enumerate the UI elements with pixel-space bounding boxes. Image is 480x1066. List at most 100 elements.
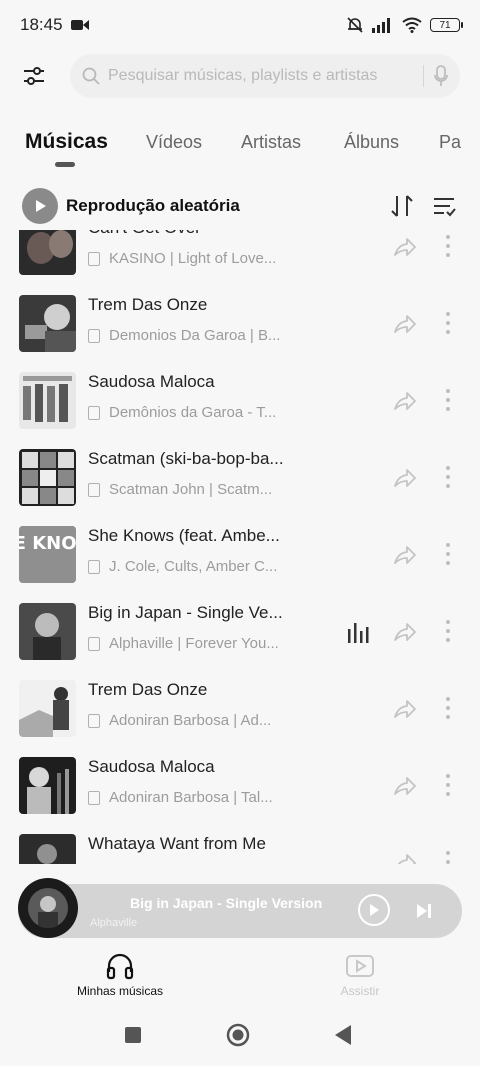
song-row[interactable]: Scatman (ski-ba-bop-ba... Scatman John |… xyxy=(0,449,480,526)
song-row[interactable]: Can't Get Over KASINO | Light of Love... xyxy=(0,230,480,295)
song-artist-album: Demônios da Garoa - T... xyxy=(109,404,277,421)
song-artist-album: J. Cole, Cults, Amber C... xyxy=(109,558,278,575)
search-divider xyxy=(423,65,424,87)
device-icon xyxy=(88,790,100,805)
album-cover xyxy=(19,295,76,352)
nav-watch-label: Assistir xyxy=(340,984,380,998)
more-options-button[interactable] xyxy=(438,463,458,491)
song-row[interactable]: Trem Das Onze Demonios Da Garoa | B... xyxy=(0,295,480,372)
album-cover: SHE KNOWS xyxy=(19,526,76,583)
album-cover xyxy=(19,230,76,275)
skip-next-icon[interactable] xyxy=(414,901,434,921)
mini-player-play-button[interactable] xyxy=(358,894,390,926)
more-options-button[interactable] xyxy=(438,617,458,645)
bell-muted-icon xyxy=(347,17,363,33)
shuffle-row: Reprodução aleatória xyxy=(0,186,480,226)
search-placeholder: Pesquisar músicas, playlists e artistas xyxy=(108,67,378,84)
song-row[interactable]: Trem Das Onze Adoniran Barbosa | Ad... xyxy=(0,680,480,757)
song-row[interactable]: SHE KNOWS She Knows (feat. Ambe... J. Co… xyxy=(0,526,480,603)
status-time: 18:45 xyxy=(20,15,63,34)
device-icon xyxy=(88,405,100,420)
album-cover xyxy=(19,757,76,814)
device-icon xyxy=(88,559,100,574)
album-cover xyxy=(19,834,76,864)
album-cover xyxy=(19,603,76,660)
search-icon xyxy=(82,67,100,85)
song-title: Saudosa Maloca xyxy=(88,757,215,776)
cover-text: SHE KNOWS xyxy=(19,533,76,554)
microphone-icon[interactable] xyxy=(434,65,448,87)
more-options-button[interactable] xyxy=(438,771,458,799)
search-input[interactable]: Pesquisar músicas, playlists e artistas xyxy=(70,54,460,98)
shuffle-play-button[interactable] xyxy=(22,188,58,224)
nav-watch[interactable]: Assistir xyxy=(300,952,420,998)
song-subtitle: Adoniran Barbosa | Tal... xyxy=(88,789,288,806)
song-row[interactable]: Big in Japan - Single Ve... Alphaville |… xyxy=(0,603,480,680)
song-row[interactable]: Whataya Want from Me xyxy=(0,834,480,864)
tab-bar: Músicas Vídeos Artistas Álbuns Pa xyxy=(0,122,480,172)
song-title: Big in Japan - Single Ve... xyxy=(88,603,283,622)
song-artist-album: Alphaville | Forever You... xyxy=(109,635,279,652)
share-icon[interactable] xyxy=(392,773,418,799)
more-options-button[interactable] xyxy=(438,386,458,414)
now-playing-cover xyxy=(28,888,68,928)
battery-icon: 71 xyxy=(430,18,463,32)
tab-albuns[interactable]: Álbuns xyxy=(344,132,399,153)
tab-videos[interactable]: Vídeos xyxy=(146,132,202,153)
home-icon[interactable] xyxy=(226,1023,250,1047)
song-subtitle: Scatman John | Scatm... xyxy=(88,481,288,498)
device-icon xyxy=(88,482,100,497)
tab-playlists[interactable]: Pa xyxy=(439,132,461,153)
share-icon[interactable] xyxy=(392,388,418,414)
song-subtitle: J. Cole, Cults, Amber C... xyxy=(88,558,288,575)
device-icon xyxy=(88,328,100,343)
signal-icon xyxy=(372,18,390,33)
device-icon xyxy=(88,713,100,728)
more-options-button[interactable] xyxy=(438,540,458,568)
album-cover xyxy=(19,680,76,737)
share-icon[interactable] xyxy=(392,850,418,864)
share-icon[interactable] xyxy=(392,234,418,260)
sort-button[interactable] xyxy=(388,192,416,220)
device-icon xyxy=(88,251,100,266)
more-options-button[interactable] xyxy=(438,848,458,864)
filter-button[interactable] xyxy=(14,56,54,96)
more-options-button[interactable] xyxy=(438,694,458,722)
device-icon xyxy=(88,636,100,651)
album-cover-art: SHE KNOWS xyxy=(19,526,76,583)
share-icon[interactable] xyxy=(392,311,418,337)
play-icon xyxy=(370,904,379,916)
tab-musicas[interactable]: Músicas xyxy=(25,130,108,154)
song-row[interactable]: Saudosa Maloca Demônios da Garoa - T... xyxy=(0,372,480,449)
list-check-icon xyxy=(434,198,456,217)
song-artist-album: KASINO | Light of Love... xyxy=(109,250,277,267)
share-icon[interactable] xyxy=(392,619,418,645)
nav-my-music[interactable]: Minhas músicas xyxy=(60,952,180,998)
battery-level: 71 xyxy=(439,19,451,31)
back-icon[interactable] xyxy=(333,1024,353,1046)
bottom-nav: Minhas músicas Assistir xyxy=(0,946,480,1006)
more-options-button[interactable] xyxy=(438,309,458,337)
mini-player[interactable] xyxy=(18,884,462,938)
multi-select-button[interactable] xyxy=(430,192,458,220)
song-title: Trem Das Onze xyxy=(88,680,208,699)
share-icon[interactable] xyxy=(392,696,418,722)
more-options-button[interactable] xyxy=(438,232,458,260)
album-cover xyxy=(19,449,76,506)
wifi-icon xyxy=(402,17,422,33)
system-nav-bar xyxy=(0,1010,480,1060)
tab-artistas[interactable]: Artistas xyxy=(241,132,301,153)
song-row[interactable]: Saudosa Maloca Adoniran Barbosa | Tal... xyxy=(0,757,480,834)
nav-my-music-label: Minhas músicas xyxy=(76,984,164,998)
share-icon[interactable] xyxy=(392,542,418,568)
now-playing-disc[interactable] xyxy=(18,878,78,938)
share-icon[interactable] xyxy=(392,465,418,491)
active-tab-indicator xyxy=(55,162,75,167)
recent-apps-icon[interactable] xyxy=(124,1026,142,1044)
video-record-icon xyxy=(70,20,89,30)
status-bar: 18:45 71 xyxy=(0,0,480,50)
song-title: Scatman (ski-ba-bop-ba... xyxy=(88,449,284,468)
song-subtitle: KASINO | Light of Love... xyxy=(88,250,288,267)
song-subtitle: Adoniran Barbosa | Ad... xyxy=(88,712,288,729)
shuffle-label[interactable]: Reprodução aleatória xyxy=(66,196,240,216)
